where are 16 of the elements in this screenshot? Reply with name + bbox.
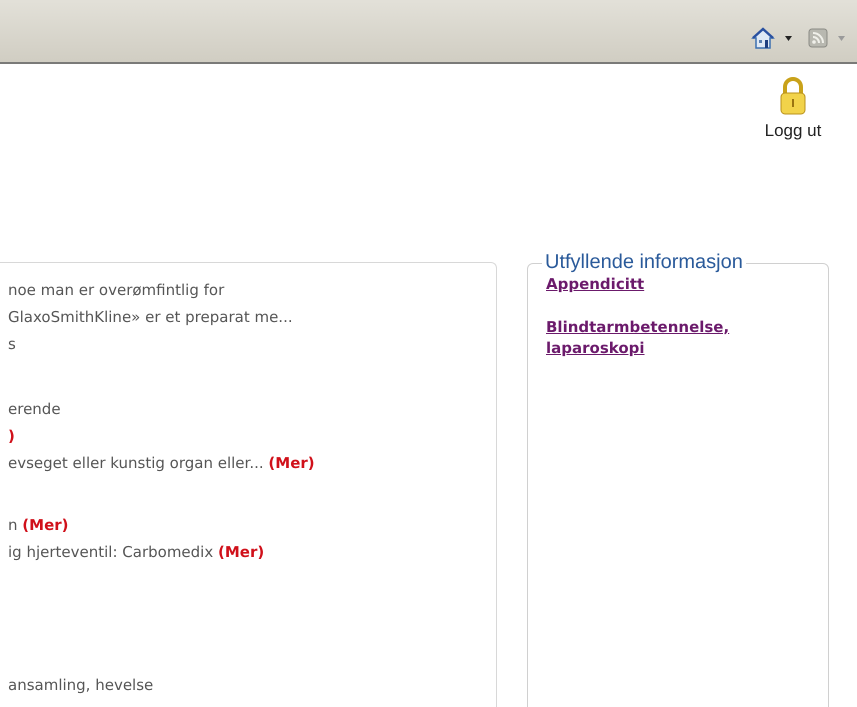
result-line: ansamling, hevelse	[8, 675, 154, 696]
result-line: GlaxoSmithKline» er et preparat me...	[8, 307, 293, 328]
info-link[interactable]: Blindtarmbetennelse, laparoskopi	[546, 317, 786, 359]
home-icon[interactable]	[751, 26, 775, 50]
lock-icon[interactable]	[778, 76, 808, 116]
result-line: evseget eller kunstig organ eller... (Mer)	[8, 453, 315, 474]
result-line: s	[8, 334, 16, 355]
result-line: )	[8, 426, 15, 447]
result-line: n (Mer)	[8, 515, 69, 536]
feed-icon[interactable]	[808, 28, 828, 48]
result-line: ig hjerteventil: Carbomedix (Mer)	[8, 542, 264, 563]
caret-icon[interactable]	[785, 36, 792, 40]
info-link[interactable]: Appendicitt	[546, 274, 786, 295]
result-line: noe man er overømfintlig for	[8, 280, 224, 301]
logout-link[interactable]: Logg ut	[764, 118, 822, 144]
result-line: erende	[8, 399, 61, 420]
